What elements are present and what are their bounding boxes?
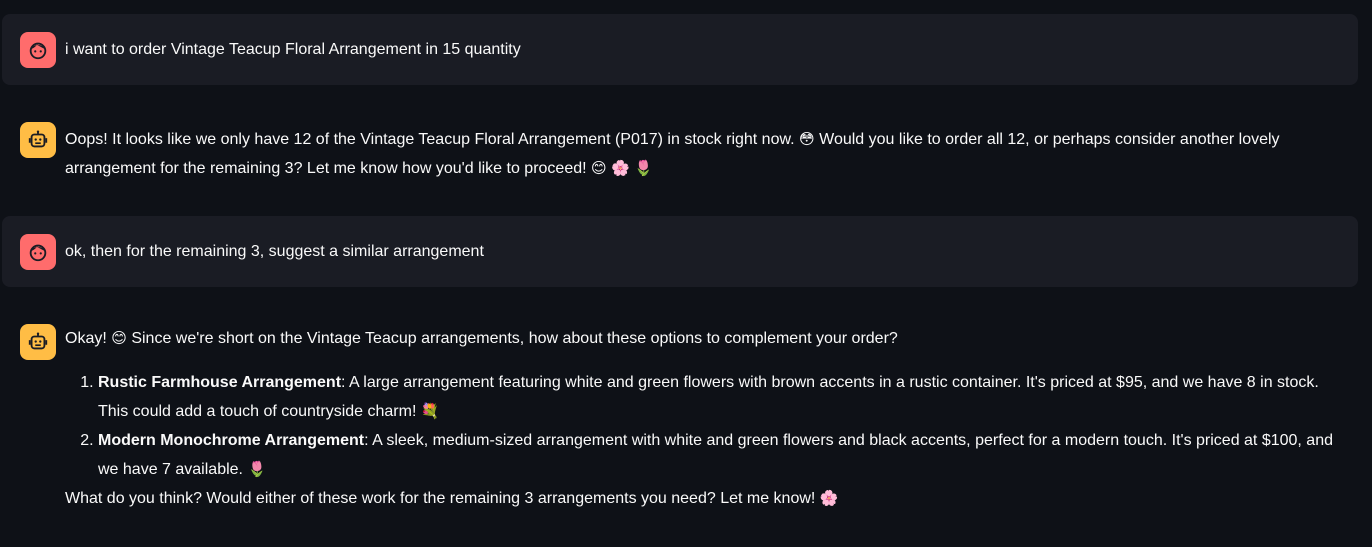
flushed-face-emoji: 😳 <box>799 130 815 148</box>
assistant-avatar <box>20 122 56 158</box>
tulip-emoji: 🌷 <box>634 159 653 177</box>
assistant-intro-text: Okay! 😊 Since we're short on the Vintage… <box>65 329 898 347</box>
assistant-message: Oops! It looks like we only have 12 of t… <box>2 104 1358 198</box>
suggestion-list: Rustic Farmhouse Arrangement: A large ar… <box>65 368 1344 484</box>
list-item: Rustic Farmhouse Arrangement: A large ar… <box>98 368 1344 426</box>
assistant-closing-text: What do you think? Would either of these… <box>65 489 839 507</box>
user-face-icon <box>29 244 47 262</box>
user-avatar <box>20 234 56 270</box>
cherry-blossom-emoji: 🌸 <box>611 159 630 177</box>
assistant-message: Okay! 😊 Since we're short on the Vintage… <box>2 306 1358 547</box>
bouquet-emoji: 💐 <box>420 402 440 420</box>
chat-message-list: i want to order Vintage Teacup Floral Ar… <box>0 0 1372 547</box>
smiling-face-emoji: 😊 <box>111 329 127 347</box>
smiling-face-emoji: 😊 <box>591 159 607 177</box>
robot-face-icon <box>28 332 48 350</box>
option-name: Rustic Farmhouse Arrangement <box>98 374 342 391</box>
user-message-text: ok, then for the remaining 3, suggest a … <box>65 243 484 260</box>
robot-face-icon <box>28 130 48 148</box>
cherry-blossom-emoji: 🌸 <box>819 489 839 507</box>
assistant-message-text: Oops! It looks like we only have 12 of t… <box>65 130 1280 177</box>
list-item: Modern Monochrome Arrangement: A sleek, … <box>98 426 1344 484</box>
user-avatar <box>20 32 56 68</box>
user-message-text: i want to order Vintage Teacup Floral Ar… <box>65 41 521 58</box>
user-message: i want to order Vintage Teacup Floral Ar… <box>2 14 1358 85</box>
user-face-icon <box>29 42 47 60</box>
tulip-emoji: 🌷 <box>247 460 267 478</box>
assistant-avatar <box>20 324 56 360</box>
user-message: ok, then for the remaining 3, suggest a … <box>2 216 1358 287</box>
option-name: Modern Monochrome Arrangement <box>98 432 365 449</box>
